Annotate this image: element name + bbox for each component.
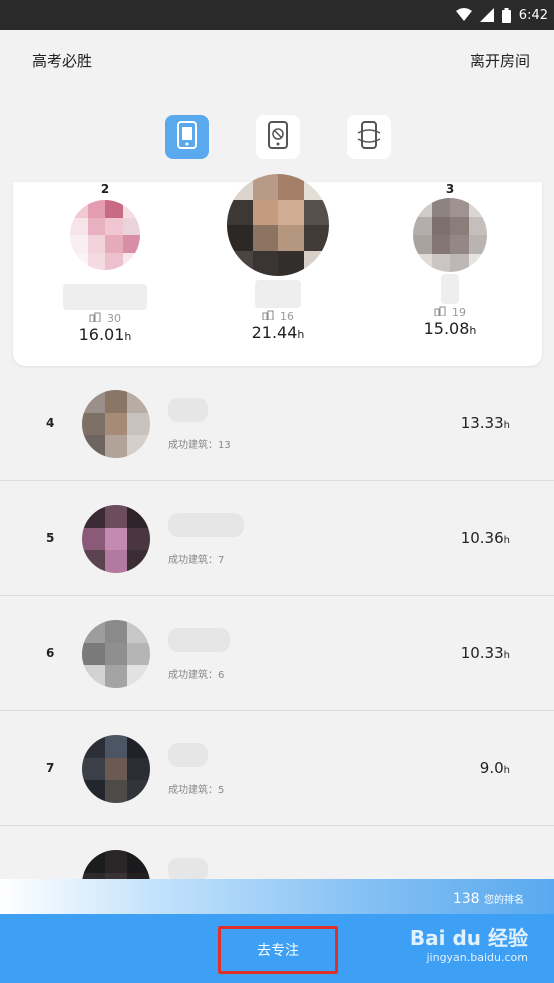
signal-icon (479, 8, 494, 22)
focus-hours: 21.44h (251, 323, 305, 342)
status-icons: 6:42 (455, 6, 548, 24)
status-bar: 6:42 (0, 0, 554, 30)
start-focus-button[interactable]: 去专注 (218, 926, 338, 974)
phone-rotate-icon (357, 121, 381, 153)
building-icon (262, 310, 274, 323)
list-item[interactable]: 7 成功建筑：5 9.0h (0, 711, 554, 826)
avatar (70, 200, 140, 270)
my-rank: 138 您的排名 (452, 891, 524, 907)
list-item[interactable]: 5 成功建筑：7 10.36h (0, 481, 554, 596)
avatar (227, 174, 329, 276)
building-count: 16 (225, 310, 331, 323)
top-bar: 高考必胜 离开房间 (0, 30, 554, 90)
avatar (82, 390, 150, 458)
user-name-blurred (441, 274, 459, 304)
phone-icon (177, 121, 197, 153)
rank-number: 2 (100, 182, 110, 196)
buildings-completed: 成功建筑：5 (168, 785, 225, 796)
ranking-list: 4 成功建筑：13 13.33h 5 成功建筑：7 10.36h 6 成功建筑：… (0, 366, 554, 941)
wifi-icon (455, 8, 472, 22)
leave-room-button[interactable]: 离开房间 (470, 50, 530, 71)
room-title: 高考必胜 (32, 52, 93, 70)
mode-tabs (0, 115, 554, 159)
avatar (82, 735, 150, 803)
avatar (82, 505, 150, 573)
status-time: 6:42 (518, 7, 548, 23)
rank-number: 4 (46, 416, 55, 430)
building-count: 30 (63, 312, 147, 325)
tab-phone-mode[interactable] (165, 115, 209, 159)
rank-number: 6 (46, 646, 55, 660)
tab-flip-mode[interactable] (347, 115, 391, 159)
focus-hours: 16.01h (78, 325, 132, 344)
tab-no-phone-mode[interactable] (256, 115, 300, 159)
focus-hours: 13.33h (460, 414, 510, 432)
building-icon (89, 312, 101, 325)
battery-icon (501, 7, 511, 23)
user-name-blurred (168, 398, 208, 422)
user-name-blurred (168, 513, 244, 537)
avatar (82, 620, 150, 688)
user-name-blurred (168, 628, 230, 652)
rank-number: 5 (46, 531, 55, 545)
focus-hours: 15.08h (423, 319, 477, 338)
buildings-completed: 成功建筑：7 (168, 555, 225, 566)
rank-number: 3 (445, 182, 455, 196)
buildings-completed: 成功建筑：6 (168, 670, 225, 681)
podium-rank-3[interactable]: 3 19 15.08h (411, 182, 489, 338)
my-rank-bar: 138 您的排名 (0, 879, 554, 914)
focus-hours: 10.36h (460, 529, 510, 547)
baidu-watermark: Bai du 经验 jingyan.baidu.com (409, 926, 528, 964)
building-icon (434, 306, 446, 319)
phone-forbidden-icon (268, 121, 288, 153)
buildings-completed: 成功建筑：13 (168, 440, 231, 451)
bottom-bar: 去专注 Bai du 经验 jingyan.baidu.com (0, 914, 554, 983)
rank-number: 7 (46, 761, 55, 775)
user-name-blurred (255, 280, 301, 308)
avatar (413, 198, 487, 272)
focus-hours: 9.0h (479, 759, 510, 777)
focus-hours: 10.33h (460, 644, 510, 662)
podium-card: 2 30 16.01h 16 21.44h 3 19 15.08h (13, 174, 542, 366)
list-item[interactable]: 6 成功建筑：6 10.33h (0, 596, 554, 711)
list-item[interactable]: 4 成功建筑：13 13.33h (0, 366, 554, 481)
user-name-blurred (168, 743, 208, 767)
user-name-blurred (63, 284, 147, 310)
building-count: 19 (411, 306, 489, 319)
podium-rank-2[interactable]: 2 30 16.01h (63, 182, 147, 344)
podium-rank-1[interactable]: 16 21.44h (225, 174, 331, 342)
